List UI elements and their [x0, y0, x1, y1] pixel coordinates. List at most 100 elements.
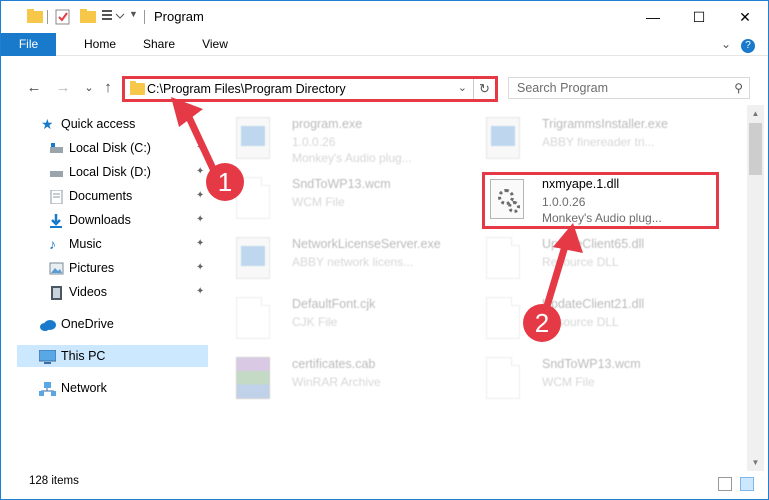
pin-icon[interactable]: ✦	[196, 233, 204, 255]
file-name: certificates.cab	[292, 357, 376, 371]
highlight-box	[482, 172, 719, 229]
item-count: 128 items	[29, 475, 79, 487]
file-name: DefaultFont.cjk	[292, 297, 376, 311]
minimize-button[interactable]: —	[630, 1, 676, 33]
sidebar-item-quick-access[interactable]: ★ Quick access	[1, 113, 210, 135]
sidebar-item-label: Documents	[69, 189, 133, 203]
archive-icon	[236, 357, 270, 399]
scroll-up-icon[interactable]: ▲	[747, 105, 764, 122]
tab-share[interactable]: Share	[136, 33, 182, 56]
file-type: CJK File	[292, 315, 338, 329]
help-glyph: ?	[741, 39, 755, 53]
ribbon-collapse-icon[interactable]: ⌄	[716, 33, 736, 56]
sidebar-item-local-disk-d[interactable]: Local Disk (D:) ✦	[1, 161, 210, 183]
scroll-down-icon[interactable]: ▼	[747, 454, 764, 471]
dll-icon	[486, 237, 520, 279]
pin-icon[interactable]: ✦	[196, 281, 204, 303]
pin-icon[interactable]: ✦	[196, 185, 204, 207]
sidebar-item-videos[interactable]: Videos ✦	[1, 281, 210, 303]
tab-home[interactable]: Home	[77, 33, 123, 56]
sidebar-item-label: Videos	[69, 285, 107, 299]
ribbon-tabs: File Home Share View ⌄ ?	[1, 33, 768, 56]
new-folder-icon[interactable]	[80, 9, 96, 23]
close-button[interactable]: ✕	[722, 1, 768, 33]
file-item[interactable]: NetworkLicenseServer.exe ABBY network li…	[214, 229, 454, 287]
file-type: WCM File	[292, 195, 345, 209]
sidebar-item-downloads[interactable]: Downloads ✦	[1, 209, 210, 231]
file-type: Resource DLL	[542, 255, 619, 269]
recent-locations-icon[interactable]: ⌄	[80, 79, 98, 97]
download-icon	[49, 213, 64, 228]
pictures-icon	[49, 261, 64, 275]
large-icons-view-icon[interactable]	[740, 477, 754, 491]
pin-icon[interactable]: ✦	[196, 137, 204, 159]
file-item[interactable]: certificates.cab WinRAR Archive	[214, 349, 454, 407]
maximize-button[interactable]: ☐	[676, 1, 722, 33]
documents-icon	[49, 189, 64, 205]
file-description: Monkey's Audio plug...	[292, 151, 412, 165]
drive-icon	[49, 141, 64, 155]
file-description: ABBY network licens...	[292, 255, 414, 269]
sidebar-item-this-pc[interactable]: This PC	[17, 345, 208, 367]
file-item[interactable]: SndToWP13.wcm WCM File	[214, 169, 454, 227]
navigation-pane: ★ Quick access Local Disk (C:) ✦ Local D…	[1, 109, 210, 475]
address-path[interactable]: C:\Program Files\Program Directory	[147, 82, 346, 96]
annotation-badge-2: 2	[523, 304, 561, 342]
sidebar-item-label: Local Disk (D:)	[69, 165, 151, 179]
help-icon[interactable]: ?	[739, 33, 757, 56]
forward-arrow-icon[interactable]: →	[54, 79, 72, 97]
file-item[interactable]: UpdateClient21.dll Resource DLL	[464, 289, 704, 347]
sidebar-item-label: Quick access	[61, 117, 136, 131]
sidebar-item-network[interactable]: Network	[1, 377, 210, 399]
tab-file[interactable]: File	[1, 33, 56, 56]
sidebar-item-music[interactable]: ♪ Music ✦	[1, 233, 210, 255]
pin-icon[interactable]: ✦	[196, 257, 204, 279]
file-item[interactable]: program.exe 1.0.0.26 Monkey's Audio plug…	[214, 109, 454, 167]
dropdown-arrow-icon[interactable]: ▼	[129, 9, 145, 23]
vertical-scrollbar[interactable]: ▲ ▼	[747, 105, 764, 471]
sidebar-item-onedrive[interactable]: OneDrive	[1, 313, 210, 335]
refresh-icon[interactable]: ↻	[473, 79, 495, 99]
document-icon	[486, 357, 520, 399]
back-arrow-icon[interactable]: ←	[25, 79, 43, 97]
sidebar-item-label: Network	[61, 381, 107, 395]
file-name: NetworkLicenseServer.exe	[292, 237, 441, 251]
chevron-down-icon[interactable]: ⌄	[458, 81, 467, 94]
computer-icon	[38, 349, 57, 364]
file-name: UpdateClient21.dll	[542, 297, 645, 311]
search-input[interactable]	[509, 78, 719, 98]
exe-icon	[486, 117, 520, 159]
file-item[interactable]: TrigrammsInstaller.exe ABBY finereader t…	[464, 109, 704, 167]
file-item[interactable]: UpdateClient65.dll Resource DLL	[464, 229, 704, 287]
file-item[interactable]: SndToWP13.wcm WCM File	[464, 349, 704, 407]
tab-view[interactable]: View	[192, 33, 238, 56]
document-icon	[236, 297, 270, 339]
sidebar-item-pictures[interactable]: Pictures ✦	[1, 257, 210, 279]
sidebar-item-label: Pictures	[69, 261, 115, 275]
pin-icon[interactable]: ✦	[196, 209, 204, 231]
videos-icon	[49, 285, 64, 300]
scrollbar-thumb[interactable]	[749, 123, 762, 175]
search-box[interactable]: ⚲	[508, 77, 750, 99]
customize-toolbar-icon[interactable]	[102, 9, 125, 23]
details-view-icon[interactable]	[718, 477, 732, 491]
sidebar-item-local-disk-c[interactable]: Local Disk (C:) ✦	[1, 137, 210, 159]
pin-icon[interactable]: ✦	[196, 161, 204, 183]
title-bar: ▼ Program — ☐ ✕	[1, 1, 768, 33]
sidebar-item-label: OneDrive	[61, 317, 114, 331]
music-icon: ♪	[49, 236, 56, 252]
sidebar-item-label: Music	[69, 237, 102, 251]
file-item[interactable]: DefaultFont.cjk CJK File	[214, 289, 454, 347]
search-icon: ⚲	[734, 81, 743, 95]
up-arrow-icon[interactable]: ↑	[99, 79, 117, 97]
sidebar-item-label: Downloads	[69, 213, 131, 227]
star-icon: ★	[41, 116, 54, 132]
address-bar[interactable]: C:\Program Files\Program Directory ⌄ ↻	[122, 76, 498, 102]
file-list: program.exe 1.0.0.26 Monkey's Audio plug…	[214, 105, 747, 475]
exe-icon	[236, 117, 270, 159]
file-version: 1.0.0.26	[292, 135, 336, 149]
sidebar-item-documents[interactable]: Documents ✦	[1, 185, 210, 207]
file-name: SndToWP13.wcm	[292, 177, 391, 191]
properties-icon[interactable]	[55, 9, 71, 25]
file-name: SndToWP13.wcm	[542, 357, 641, 371]
